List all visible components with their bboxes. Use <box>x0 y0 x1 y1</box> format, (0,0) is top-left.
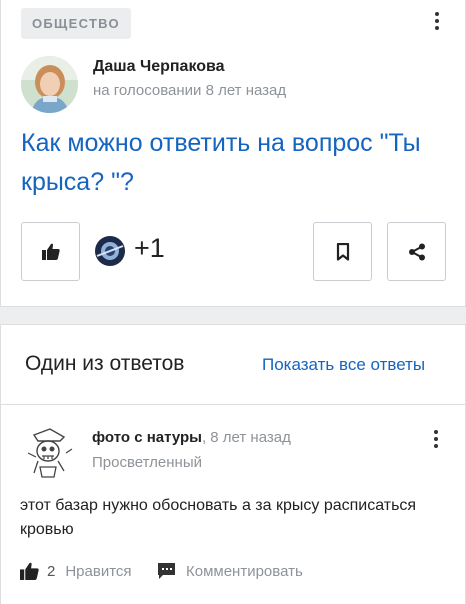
answer-comment-action[interactable]: Комментировать <box>157 562 303 580</box>
card-separator <box>0 307 466 324</box>
category-tag[interactable]: ОБЩЕСТВО <box>21 8 131 39</box>
author-avatar[interactable] <box>21 56 78 113</box>
author-name[interactable]: Даша Черпакова <box>93 58 225 76</box>
vote-count: +1 <box>134 233 165 263</box>
thumbs-up-icon <box>20 562 39 580</box>
answer-like-count: 2 <box>47 562 56 580</box>
answer-like-action[interactable]: 2 Нравится <box>20 562 132 580</box>
answer-author-avatar[interactable] <box>20 423 78 481</box>
author-meta: на голосовании 8 лет назад <box>93 82 287 99</box>
share-icon <box>408 243 425 260</box>
thumbs-up-icon <box>41 243 60 260</box>
comment-icon <box>158 563 175 579</box>
show-all-answers-link[interactable]: Показать все ответы <box>262 355 425 375</box>
answer-like-label: Нравится <box>65 562 132 580</box>
bookmark-icon <box>336 242 349 261</box>
answers-title: Один из ответов <box>25 352 185 375</box>
more-options-icon[interactable] <box>427 8 447 34</box>
question-card: ОБЩЕСТВО Даша Черпакова на голосовании 8… <box>0 0 466 307</box>
divider <box>0 404 466 405</box>
share-button[interactable] <box>387 222 446 281</box>
answer-more-options-icon[interactable] <box>426 426 446 452</box>
like-button[interactable] <box>21 222 80 281</box>
answer-comment-label: Комментировать <box>186 562 303 580</box>
answer-author-line: фото с натуры, 8 лет назад <box>92 429 291 446</box>
answer-author-name[interactable]: фото с натуры <box>92 429 202 446</box>
question-title[interactable]: Как можно ответить на вопрос "Ты крыса? … <box>21 124 461 202</box>
answer-time: , 8 лет назад <box>201 429 291 446</box>
bookmark-button[interactable] <box>313 222 372 281</box>
answer-author-rank: Просветленный <box>92 454 202 471</box>
voter-avatar[interactable] <box>95 236 125 266</box>
answer-text: этот базар нужно обосновать а за крысу р… <box>20 497 417 538</box>
